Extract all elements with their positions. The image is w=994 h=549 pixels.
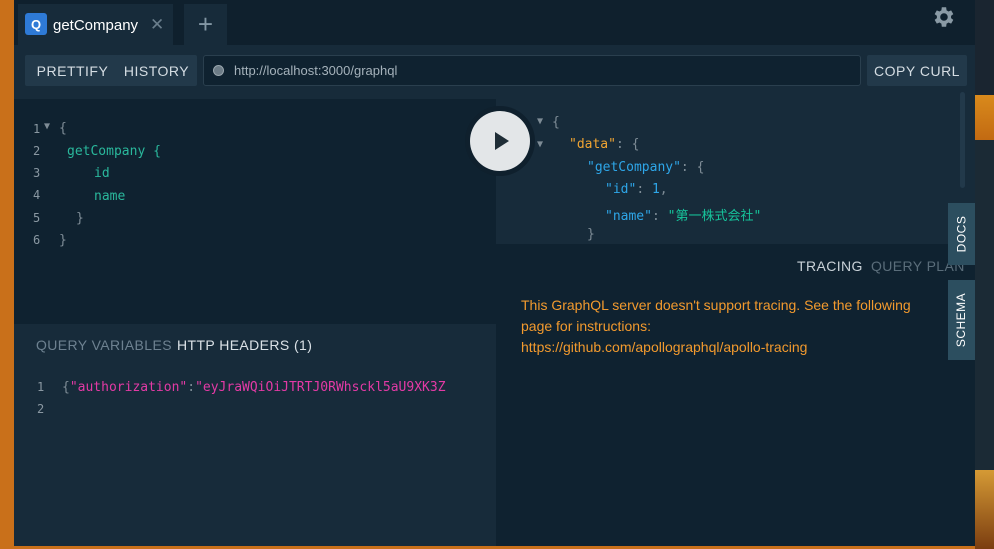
result-line: "id": 1, [605,182,668,197]
tab-tracing[interactable]: TRACING [797,258,863,274]
query-badge-icon: Q [25,13,47,35]
tab-bar: Q getCompany ✕ + [14,0,975,45]
graphql-playground: Q getCompany ✕ + PRETTIFY HISTORY http:/… [14,0,975,546]
run-button-ring [465,106,535,176]
line-number: 2 [37,402,45,416]
tab-http-headers[interactable]: HTTP HEADERS (1) [177,337,312,353]
result-line: "name": "第一株式会社" [605,209,762,224]
desktop-background [975,0,994,549]
add-tab-button[interactable]: + [184,4,227,45]
docs-button[interactable]: DOCS [948,203,975,265]
docs-label: DOCS [954,215,969,253]
tracing-message: This GraphQL server doesn't support trac… [521,295,951,358]
result-line: { [552,115,560,130]
line-number: 1 [37,380,45,394]
code-line: name [94,189,126,204]
tab-query-variables[interactable]: QUERY VARIABLES [36,337,172,353]
line-number: 4 [33,188,41,202]
code-line: } [76,211,84,226]
code-line: {"authorization":"eyJraWQiOiJTRTJ0RWhsck… [62,380,446,395]
code-line: } [59,233,67,248]
code-line: { [59,121,67,136]
line-number: 1 [33,122,41,136]
play-icon [495,132,509,150]
endpoint-input[interactable]: http://localhost:3000/graphql [203,55,861,86]
connection-status-icon [213,65,224,76]
code-line: id [94,166,110,181]
tab-title: getCompany [53,17,139,34]
prettify-button[interactable]: PRETTIFY [25,55,120,86]
tracing-message-line: page for instructions: [521,318,651,334]
result-scrollbar[interactable] [960,92,965,188]
headers-editor[interactable]: 1 {"authorization":"eyJraWQiOiJTRTJ0RWhs… [14,364,496,546]
result-line: } [587,227,595,242]
fold-arrow-icon[interactable]: ▼ [44,121,50,132]
tracing-message-line: This GraphQL server doesn't support trac… [521,297,911,313]
plus-icon: + [197,9,214,39]
tab-getcompany[interactable]: Q getCompany ✕ [18,4,173,45]
line-number: 2 [33,144,41,158]
run-button[interactable] [470,111,530,171]
line-number: 5 [33,211,41,225]
history-button[interactable]: HISTORY [116,55,197,86]
schema-label: SCHEMA [954,292,969,348]
schema-button[interactable]: SCHEMA [948,280,975,360]
result-line: "getCompany": { [587,160,705,175]
query-editor[interactable]: 1 ▼ { 2 getCompany { 3 id 4 name 5 } 6 } [14,99,496,324]
endpoint-url: http://localhost:3000/graphql [234,63,398,78]
apollo-tracing-link[interactable]: https://github.com/apollographql/apollo-… [521,337,951,358]
result-line: "data": { [569,137,640,152]
close-icon[interactable]: ✕ [150,15,164,35]
gear-icon[interactable] [930,4,956,30]
line-number: 3 [33,166,41,180]
variables-panel: QUERY VARIABLES HTTP HEADERS (1) 1 {"aut… [14,324,496,546]
code-line: getCompany { [67,144,161,159]
tracing-panel: TRACING QUERY PLAN This GraphQL server d… [496,244,975,546]
line-number: 6 [33,233,41,247]
fold-arrow-icon[interactable]: ▼ [537,139,543,150]
copy-curl-button[interactable]: COPY CURL [867,55,967,86]
fold-arrow-icon[interactable]: ▼ [537,116,543,127]
toolbar: PRETTIFY HISTORY http://localhost:3000/g… [14,45,975,99]
result-viewer: ▼ { ▼ "data": { "getCompany": { "id": 1,… [496,99,975,244]
